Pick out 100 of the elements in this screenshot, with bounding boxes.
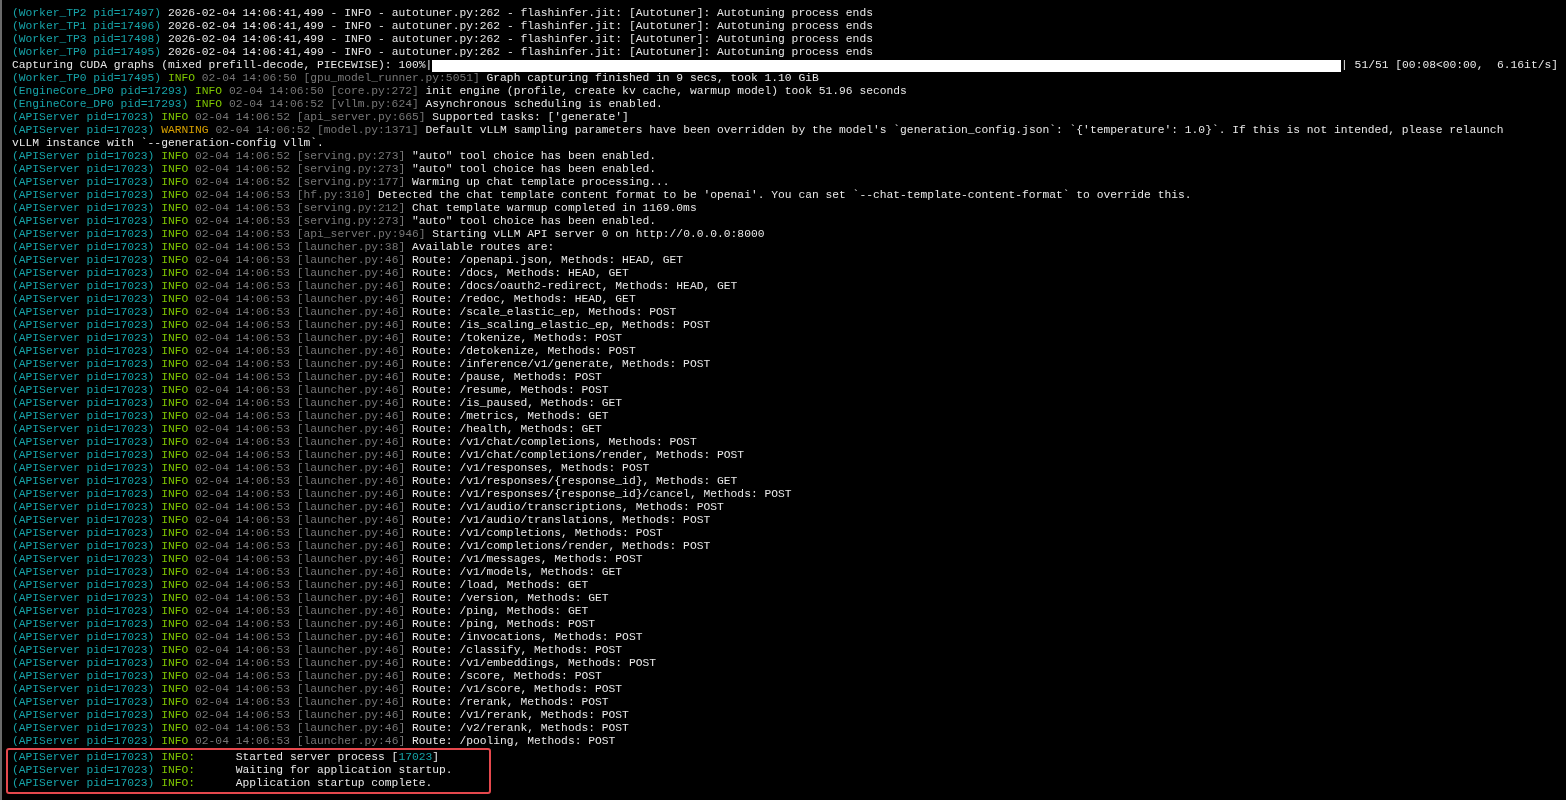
- log-timestamp: 02-04 14:06:53: [195, 306, 290, 319]
- log-level: INFO: [161, 150, 189, 163]
- log-message: 2026-02-04 14:06:41,499 - INFO - autotuner.py:262 - flashinfer.jit: [Autotuner]: Autotuning process ends: [167, 33, 873, 46]
- log-location: [launcher.py:46]: [296, 384, 406, 397]
- log-message: Route: /redoc, Methods: HEAD, GET: [411, 293, 636, 306]
- log-message: Route: /pooling, Methods: POST: [411, 735, 616, 748]
- log-level: INFO: [161, 280, 189, 293]
- log-source: (APIServer pid=17023): [12, 189, 155, 202]
- log-level: INFO: [167, 72, 196, 85]
- log-level: INFO: [161, 202, 189, 215]
- log-timestamp: 02-04 14:06:52: [228, 98, 324, 111]
- log-level: INFO: [195, 85, 223, 98]
- log-level: INFO: [161, 293, 189, 306]
- log-level: INFO: [161, 696, 189, 709]
- log-level: INFO: [161, 566, 189, 579]
- log-level: INFO: [161, 592, 189, 605]
- log-level: INFO: [161, 111, 189, 124]
- log-message: vLLM instance with `--generation-config vllm`.: [12, 137, 324, 150]
- log-timestamp: 02-04 14:06:53: [195, 566, 290, 579]
- log-location: [launcher.py:46]: [296, 514, 406, 527]
- log-level: INFO: [161, 553, 189, 566]
- log-source: (APIServer pid=17023): [12, 514, 155, 527]
- log-level: INFO: [161, 189, 189, 202]
- log-level: INFO: [161, 397, 189, 410]
- log-source: (APIServer pid=17023): [12, 267, 155, 280]
- log-location: [launcher.py:46]: [296, 657, 406, 670]
- log-level: INFO: [161, 241, 189, 254]
- log-timestamp: 02-04 14:06:52: [195, 150, 290, 163]
- log-message: Route: /resume, Methods: POST: [411, 384, 609, 397]
- log-message: Started server process [17023]: [235, 751, 440, 764]
- log-message: Route: /classify, Methods: POST: [411, 644, 623, 657]
- log-location: [launcher.py:46]: [296, 540, 406, 553]
- log-timestamp: 02-04 14:06:53: [195, 709, 290, 722]
- log-message: Route: /v1/completions, Methods: POST: [411, 527, 663, 540]
- log-location: [launcher.py:46]: [296, 280, 406, 293]
- log-source: (APIServer pid=17023): [12, 280, 155, 293]
- log-location: [launcher.py:46]: [296, 644, 406, 657]
- log-timestamp: 02-04 14:06:53: [195, 345, 290, 358]
- log-location: [model.py:1371]: [317, 124, 419, 137]
- log-location: [serving.py:273]: [296, 215, 406, 228]
- log-source: (APIServer pid=17023): [12, 618, 155, 631]
- log-source: (APIServer pid=17023): [12, 423, 155, 436]
- log-location: [launcher.py:46]: [296, 592, 406, 605]
- log-location: [launcher.py:46]: [296, 631, 406, 644]
- log-source: (APIServer pid=17023): [12, 722, 155, 735]
- log-location: [launcher.py:46]: [296, 488, 406, 501]
- log-source: (APIServer pid=17023): [12, 683, 155, 696]
- log-source: (APIServer pid=17023): [12, 254, 155, 267]
- log-message: Route: /tokenize, Methods: POST: [411, 332, 623, 345]
- log-location: [launcher.py:46]: [296, 332, 406, 345]
- log-level: INFO: [161, 605, 189, 618]
- log-source: (APIServer pid=17023): [12, 124, 155, 137]
- log-location: [serving.py:273]: [296, 150, 406, 163]
- log-source: (APIServer pid=17023): [12, 540, 155, 553]
- log-location: [launcher.py:46]: [296, 319, 406, 332]
- log-source: (APIServer pid=17023): [12, 764, 155, 777]
- log-timestamp: 02-04 14:06:52: [195, 111, 290, 124]
- log-message: Route: /v1/models, Methods: GET: [411, 566, 623, 579]
- log-source: (APIServer pid=17023): [12, 527, 155, 540]
- log-timestamp: 02-04 14:06:52: [195, 163, 290, 176]
- log-timestamp: 02-04 14:06:53: [195, 397, 290, 410]
- log-timestamp: 02-04 14:06:53: [195, 267, 290, 280]
- log-message: Route: /docs/oauth2-redirect, Methods: HEAD, GET: [411, 280, 738, 293]
- log-source: (APIServer pid=17023): [12, 670, 155, 683]
- log-timestamp: 02-04 14:06:53: [195, 254, 290, 267]
- log-message: Route: /v1/messages, Methods: POST: [411, 553, 643, 566]
- log-location: [launcher.py:46]: [296, 501, 406, 514]
- log-message: Starting vLLM API server 0 on http://0.0.0.0:8000: [432, 228, 765, 241]
- log-message: 2026-02-04 14:06:41,499 - INFO - autotuner.py:262 - flashinfer.jit: [Autotuner]: Autotuning process ends: [167, 46, 873, 59]
- log-message: Route: /v1/chat/completions, Methods: POST: [411, 436, 697, 449]
- log-source: (APIServer pid=17023): [12, 371, 155, 384]
- log-message: Route: /openapi.json, Methods: HEAD, GET: [411, 254, 684, 267]
- log-timestamp: 02-04 14:06:53: [195, 683, 290, 696]
- log-timestamp: 02-04 14:06:52: [195, 176, 290, 189]
- log-level: INFO: [161, 267, 189, 280]
- log-source: (APIServer pid=17023): [12, 605, 155, 618]
- log-timestamp: 02-04 14:06:53: [195, 319, 290, 332]
- log-message: Route: /docs, Methods: HEAD, GET: [411, 267, 629, 280]
- log-message: Route: /v1/score, Methods: POST: [411, 683, 623, 696]
- log-level: INFO: [161, 410, 189, 423]
- log-location: [launcher.py:46]: [296, 722, 406, 735]
- log-location: [launcher.py:46]: [296, 670, 406, 683]
- log-timestamp: 02-04 14:06:53: [195, 475, 290, 488]
- log-level: INFO: [161, 319, 189, 332]
- log-timestamp: 02-04 14:06:53: [195, 462, 290, 475]
- log-level: INFO:: [161, 777, 197, 790]
- log-source: (APIServer pid=17023): [12, 319, 155, 332]
- log-location: [launcher.py:46]: [296, 436, 406, 449]
- log-location: [launcher.py:46]: [296, 527, 406, 540]
- log-source: (APIServer pid=17023): [12, 709, 155, 722]
- log-level: INFO: [195, 98, 223, 111]
- log-level: INFO: [161, 371, 189, 384]
- log-message: Application startup complete.: [235, 777, 433, 790]
- log-source: (APIServer pid=17023): [12, 449, 155, 462]
- log-level: INFO: [161, 462, 189, 475]
- log-level: INFO: [161, 215, 189, 228]
- log-level: INFO:: [161, 764, 197, 777]
- log-timestamp: 02-04 14:06:50: [228, 85, 324, 98]
- log-message: Route: /ping, Methods: POST: [411, 618, 595, 631]
- log-timestamp: 02-04 14:06:53: [195, 670, 290, 683]
